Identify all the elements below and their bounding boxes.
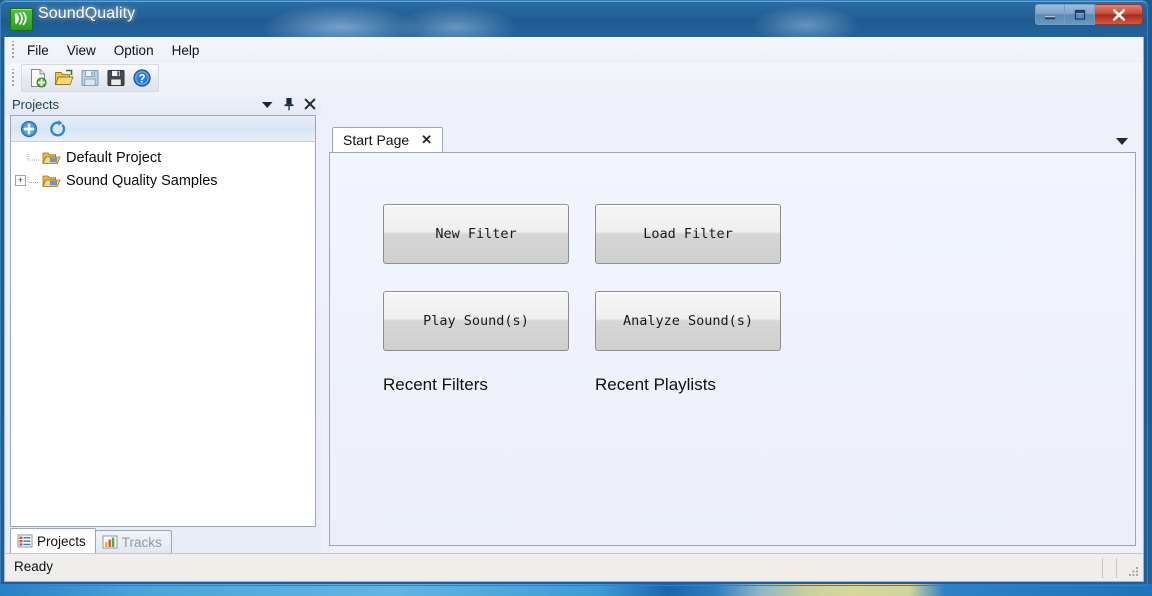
status-bar: Ready (5, 553, 1143, 581)
dock-tab-strip: Projects Tracks (5, 527, 321, 553)
menu-drag-grip[interactable] (8, 41, 18, 59)
toolbar-drag-grip[interactable] (8, 69, 18, 87)
client-area: File View Option Help ? Projects Default… (4, 37, 1144, 582)
refresh-icon[interactable] (48, 119, 68, 139)
menu-item-view[interactable]: View (58, 40, 105, 61)
sound-wave-icon (10, 8, 33, 31)
application-window: SoundQuality File View Option Help ? Pro… (0, 0, 1148, 586)
status-separator (1102, 558, 1103, 578)
document-area: Start Page ✕ New Filter Load Filter Play… (326, 93, 1143, 553)
tree-expander-placeholder (15, 152, 26, 163)
document-tab-start-page[interactable]: Start Page ✕ (332, 127, 444, 152)
title-bar[interactable]: SoundQuality (1, 1, 1147, 37)
save-all-icon[interactable] (103, 66, 129, 90)
new-filter-button[interactable]: New Filter (383, 204, 569, 264)
document-tab-label: Start Page (343, 132, 410, 148)
toolbar-button-strip: ? (21, 64, 159, 92)
dock-tab-label: Projects (37, 533, 86, 549)
close-icon[interactable] (302, 97, 317, 112)
minimize-button[interactable] (1035, 4, 1065, 25)
tab-close-icon[interactable]: ✕ (421, 132, 432, 148)
dock-header: Projects (5, 93, 321, 115)
projects-dock-panel: Projects Default Project + Sound Quality… (5, 93, 321, 553)
add-project-icon[interactable] (19, 119, 39, 139)
window-controls (1035, 4, 1143, 25)
tree-connector-line (27, 175, 40, 186)
tree-expander-icon[interactable]: + (15, 175, 26, 186)
project-tree-toolbar (11, 116, 315, 142)
tree-connector-line (27, 152, 40, 163)
project-folder-icon (42, 150, 61, 166)
play-sounds-button[interactable]: Play Sound(s) (383, 291, 569, 351)
pin-icon[interactable] (281, 97, 296, 112)
dock-tab-label: Tracks (121, 534, 162, 550)
project-tree: Default Project + Sound Quality Samples (11, 142, 315, 192)
menu-item-option[interactable]: Option (105, 40, 163, 61)
menu-item-help[interactable]: Help (163, 40, 209, 61)
tree-item-sound-quality-samples[interactable]: + Sound Quality Samples (11, 169, 315, 192)
new-document-icon[interactable] (25, 66, 51, 90)
close-button[interactable] (1095, 4, 1143, 25)
menu-item-file[interactable]: File (18, 40, 58, 61)
help-icon[interactable]: ? (129, 66, 155, 90)
status-text: Ready (14, 559, 54, 574)
svg-text:?: ? (138, 74, 145, 86)
project-tree-container: Default Project + Sound Quality Samples (10, 115, 316, 527)
project-folder-icon (42, 173, 61, 189)
recent-filters-heading: Recent Filters (383, 375, 488, 394)
open-folder-icon[interactable] (51, 66, 77, 90)
status-separator (1116, 558, 1117, 578)
window-title: SoundQuality (38, 5, 136, 22)
main-toolbar: ? (5, 63, 1143, 93)
tree-item-label: Default Project (66, 149, 162, 166)
menu-bar: File View Option Help (5, 37, 1143, 63)
start-page-content: New Filter Load Filter Play Sound(s) Ana… (329, 152, 1136, 546)
resize-grip[interactable] (1126, 565, 1140, 579)
recent-playlists-heading: Recent Playlists (595, 375, 716, 394)
maximize-button[interactable] (1065, 4, 1095, 25)
chart-icon (102, 535, 118, 549)
tree-item-default-project[interactable]: Default Project (11, 146, 315, 169)
save-icon[interactable] (77, 66, 103, 90)
tree-item-label: Sound Quality Samples (66, 172, 218, 189)
load-filter-button[interactable]: Load Filter (595, 204, 781, 264)
document-tab-strip: Start Page ✕ (326, 127, 1143, 152)
dock-tab-tracks[interactable]: Tracks (94, 530, 172, 553)
list-icon (17, 534, 33, 548)
analyze-sounds-button[interactable]: Analyze Sound(s) (595, 291, 781, 351)
chevron-down-icon[interactable] (1115, 133, 1129, 145)
dock-title: Projects (12, 96, 59, 112)
dock-header-buttons (260, 93, 317, 115)
dock-tab-projects[interactable]: Projects (10, 528, 96, 553)
dropdown-icon[interactable] (260, 97, 275, 112)
